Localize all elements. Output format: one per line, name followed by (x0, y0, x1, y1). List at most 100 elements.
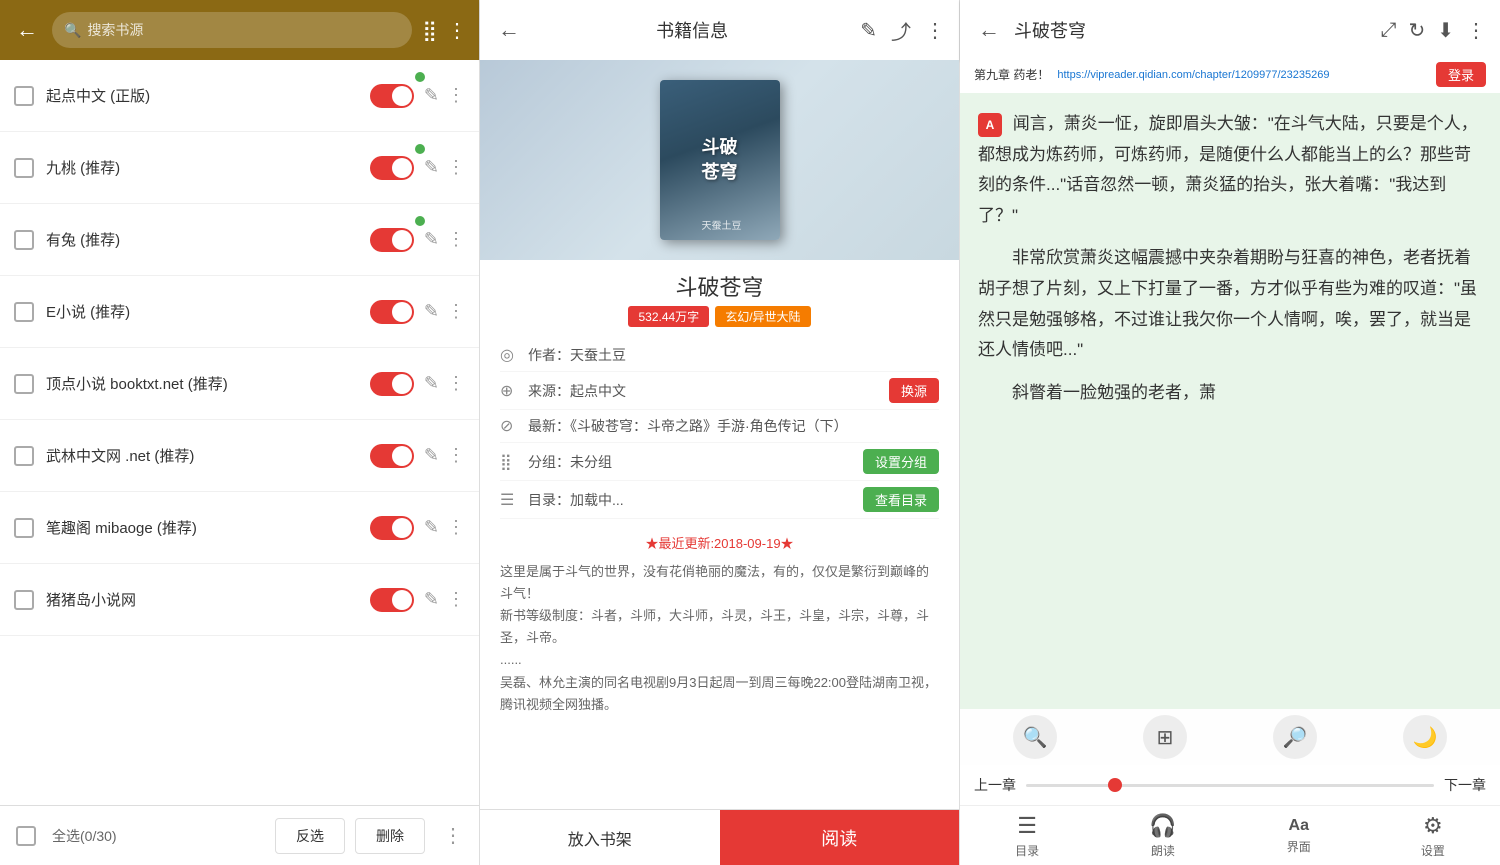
source-toggle-7[interactable] (370, 588, 414, 612)
source-more-icon-0[interactable]: ⋮ (447, 85, 465, 106)
shelf-button[interactable]: 放入书架 (480, 810, 720, 865)
translate-button[interactable]: ⊞ (1143, 715, 1187, 759)
book-hero: 斗破苍穹 天蚕土豆 (480, 60, 959, 260)
sources-footer: 全选(0/30) 反选 删除 ⋮ (0, 805, 479, 865)
content-para-1: A 闻言，萧炎一怔，旋即眉头大皱："在斗气大陆，只要是个人，都想成为炼药师，可炼… (978, 109, 1482, 231)
night-mode-button[interactable]: 🌙 (1403, 715, 1447, 759)
online-dot-0 (415, 72, 425, 82)
source-name-7: 猪猪岛小说网 (46, 589, 370, 610)
change-source-button[interactable]: 换源 (889, 378, 939, 403)
source-checkbox-5[interactable] (14, 446, 34, 466)
reader-bottom-nav: ☰ 目录 🎧 朗读 Aa 界面 ⚙ 设置 (960, 805, 1500, 865)
source-toggle-6[interactable] (370, 516, 414, 540)
qr-icon[interactable]: ⣿ (422, 18, 437, 43)
refresh-icon[interactable]: ↻ (1408, 18, 1425, 43)
edit-source-icon-5[interactable]: ✎ (424, 445, 439, 466)
reader-topbar: ← 斗破苍穹 ⤢ ↻ ⬇ ⋮ (960, 0, 1500, 60)
book-tags: 532.44万字 玄幻/异世大陆 (480, 306, 959, 327)
source-name-0: 起点中文 (正版) (46, 85, 370, 106)
nav-catalog[interactable]: ☰ 目录 (1015, 813, 1039, 859)
reverse-select-button[interactable]: 反选 (275, 818, 345, 854)
source-checkbox-3[interactable] (14, 302, 34, 322)
source-more-icon-3[interactable]: ⋮ (447, 301, 465, 322)
progress-dot (1108, 778, 1122, 792)
online-dot-1 (415, 144, 425, 154)
share-book-icon[interactable]: ⤴ (891, 16, 911, 45)
progress-bar[interactable] (1026, 784, 1434, 787)
source-more-icon-2[interactable]: ⋮ (447, 229, 465, 250)
source-name-6: 笔趣阁 mibaoge (推荐) (46, 517, 370, 538)
desc-body: 这里是属于斗气的世界，没有花俏艳丽的魔法，有的，仅仅是繁衍到巅峰的斗气！ 新书等… (500, 561, 939, 716)
reader-progress: 上一章 下一章 (960, 765, 1500, 805)
source-checkbox-0[interactable] (14, 86, 34, 106)
source-more-icon-7[interactable]: ⋮ (447, 589, 465, 610)
reader-content: A 闻言，萧炎一怔，旋即眉头大皱："在斗气大陆，只要是个人，都想成为炼药师，可炼… (960, 93, 1500, 709)
reader-url-bar: 第九章 药老！ https://vipreader.qidian.com/cha… (960, 60, 1500, 93)
prev-chapter-button[interactable]: 上一章 (974, 775, 1016, 795)
select-all-checkbox[interactable] (16, 826, 36, 846)
source-checkbox-2[interactable] (14, 230, 34, 250)
source-toggle-0[interactable] (370, 84, 414, 108)
edit-book-icon[interactable]: ✎ (860, 18, 877, 43)
source-more-icon-6[interactable]: ⋮ (447, 517, 465, 538)
edit-source-icon-0[interactable]: ✎ (424, 85, 439, 106)
search-box[interactable]: 🔍 搜索书源 (52, 12, 412, 48)
set-group-button[interactable]: 设置分组 (863, 449, 939, 474)
source-icon: ⊕ (500, 381, 520, 401)
edit-source-icon-1[interactable]: ✎ (424, 157, 439, 178)
author-text: 作者：天蚕土豆 (528, 345, 939, 365)
source-toggle-2[interactable] (370, 228, 414, 252)
login-button[interactable]: 登录 (1436, 62, 1486, 87)
edit-source-icon-6[interactable]: ✎ (424, 517, 439, 538)
bookinfo-more-icon[interactable]: ⋮ (925, 18, 945, 43)
zoom-button[interactable]: 🔎 (1273, 715, 1317, 759)
reader-more-icon[interactable]: ⋮ (1466, 18, 1486, 43)
book-main-title: 斗破苍穹 (675, 263, 763, 306)
sources-back-button[interactable]: ← (12, 13, 42, 47)
search-placeholder-text: 搜索书源 (87, 20, 143, 40)
source-checkbox-7[interactable] (14, 590, 34, 610)
bookinfo-title: 书籍信息 (536, 17, 848, 43)
source-name-5: 武林中文网 .net (推荐) (46, 445, 370, 466)
bookinfo-topbar: ← 书籍信息 ✎ ⤴ ⋮ (480, 0, 959, 60)
nav-interface[interactable]: Aa 界面 (1287, 817, 1311, 855)
search-text-button[interactable]: 🔍 (1013, 715, 1057, 759)
meta-group: ⣿ 分组：未分组 设置分组 (500, 443, 939, 481)
source-more-icon-4[interactable]: ⋮ (447, 373, 465, 394)
source-toggle-1[interactable] (370, 156, 414, 180)
source-more-icon-1[interactable]: ⋮ (447, 157, 465, 178)
more-menu-icon[interactable]: ⋮ (447, 18, 467, 43)
delete-button[interactable]: 删除 (355, 818, 425, 854)
latest-text: 最新：《斗破苍穹：斗帝之路》手游·角色传记（下） (528, 416, 939, 436)
next-chapter-button[interactable]: 下一章 (1444, 775, 1486, 795)
edit-source-icon-2[interactable]: ✎ (424, 229, 439, 250)
settings-nav-icon: ⚙ (1423, 813, 1443, 839)
source-toggle-3[interactable] (370, 300, 414, 324)
source-toggle-4[interactable] (370, 372, 414, 396)
select-all-label: 全选(0/30) (52, 826, 265, 846)
sources-topbar: ← 🔍 搜索书源 ⣿ ⋮ (0, 0, 479, 60)
source-checkbox-1[interactable] (14, 158, 34, 178)
nav-settings[interactable]: ⚙ 设置 (1421, 813, 1445, 859)
reader-toolbar: 🔍 ⊞ 🔎 🌙 (960, 709, 1500, 765)
edit-source-icon-7[interactable]: ✎ (424, 589, 439, 610)
download-icon[interactable]: ⬇ (1437, 18, 1454, 43)
view-catalog-button[interactable]: 查看目录 (863, 487, 939, 512)
source-more-icon-5[interactable]: ⋮ (447, 445, 465, 466)
topbar-icons: ⣿ ⋮ (422, 18, 467, 43)
tag-words: 532.44万字 (628, 306, 709, 327)
tag-genre: 玄幻/异世大陆 (715, 306, 810, 327)
nav-tts[interactable]: 🎧 朗读 (1149, 813, 1176, 859)
reader-back-button[interactable]: ← (974, 13, 1004, 47)
author-badge: A (978, 113, 1002, 137)
bookinfo-back-button[interactable]: ← (494, 13, 524, 47)
tts-icon[interactable]: ⤢ (1380, 19, 1396, 42)
footer-more-icon[interactable]: ⋮ (443, 823, 463, 848)
read-button[interactable]: 阅读 (720, 810, 960, 865)
edit-source-icon-4[interactable]: ✎ (424, 373, 439, 394)
group-icon: ⣿ (500, 452, 520, 472)
edit-source-icon-3[interactable]: ✎ (424, 301, 439, 322)
source-checkbox-6[interactable] (14, 518, 34, 538)
source-toggle-5[interactable] (370, 444, 414, 468)
source-checkbox-4[interactable] (14, 374, 34, 394)
